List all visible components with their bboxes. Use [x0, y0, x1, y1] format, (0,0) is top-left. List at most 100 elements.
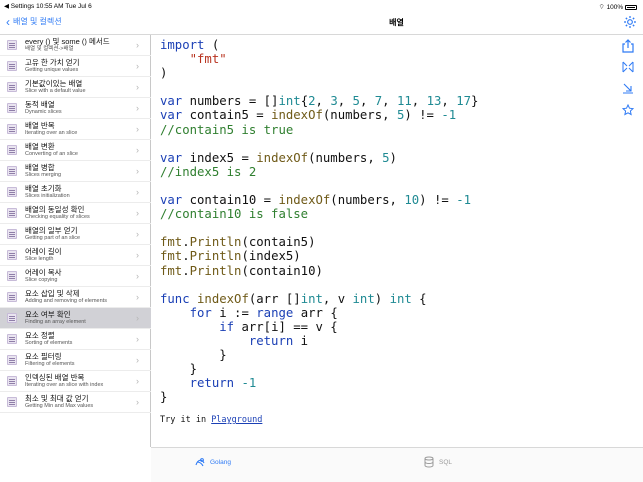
list-item[interactable]: 배열 반복 Iterating over an slice ›: [0, 119, 151, 140]
share-icon[interactable]: [621, 39, 635, 53]
list-thumbnail-icon: [7, 313, 17, 323]
list-thumbnail-icon: [7, 355, 17, 365]
tab-sql[interactable]: SQL: [423, 456, 452, 468]
list-item-title: 어레이 복사: [25, 268, 62, 277]
list-item[interactable]: 배열 변환 Converting of an slice ›: [0, 140, 151, 161]
chevron-right-icon: ›: [136, 250, 139, 260]
back-label: 배열 및 컬렉션: [13, 17, 62, 26]
chevron-right-icon: ›: [136, 292, 139, 302]
database-icon: [424, 456, 434, 468]
page-title: 배열: [389, 18, 404, 27]
list-item-title: 배열 변환: [25, 142, 55, 151]
list-item-title: 요소 삽입 및 삭제: [25, 289, 80, 298]
tab-golang[interactable]: Golang: [194, 456, 231, 468]
list-item-subtitle: Iterating over an slice: [25, 130, 78, 136]
navigation-bar: ‹ 배열 및 컬렉션 배열: [0, 11, 643, 35]
list-thumbnail-icon: [7, 334, 17, 344]
chevron-right-icon: ›: [136, 334, 139, 344]
list-item-subtitle: Adding and removing of elements: [25, 298, 107, 304]
list-item-subtitle: Getting part of an slice: [25, 235, 81, 241]
chevron-right-icon: ›: [136, 124, 139, 134]
chevron-right-icon: ›: [136, 187, 139, 197]
list-item-subtitle: Slice copying: [25, 277, 58, 283]
list-item[interactable]: 배열의 일부 얻기 Getting part of an slice ›: [0, 224, 151, 245]
list-item-title: 배열의 동일성 확인: [25, 205, 85, 214]
list-item-subtitle: Filtering of elements: [25, 361, 75, 367]
list-item[interactable]: 배열의 동일성 확인 Checking equality of slices ›: [0, 203, 151, 224]
list-item-title: every () 및 some () 메서드: [25, 37, 110, 46]
list-item-title: 인덱싱된 배열 반복: [25, 373, 85, 382]
sidebar-list: every () 및 some () 메서드 배열 및 컬렉션->배열 › 고유 …: [0, 35, 151, 447]
playground-link[interactable]: Playground: [211, 415, 262, 425]
list-item-subtitle: Slice with a default value: [25, 88, 86, 94]
status-bar: ◀ Settings 10:55 AM Tue Jul 6 ⌔ 100%: [0, 0, 643, 11]
back-button[interactable]: ‹ 배열 및 컬렉션: [6, 16, 62, 28]
list-item-subtitle: Converting of an slice: [25, 151, 78, 157]
chevron-right-icon: ›: [136, 397, 139, 407]
tab-bar: Golang SQL: [151, 447, 643, 482]
chevron-right-icon: ›: [136, 355, 139, 365]
list-item-selected[interactable]: 요소 여부 확인 Finding an array element ›: [0, 308, 151, 329]
chevron-right-icon: ›: [136, 229, 139, 239]
list-item[interactable]: 요소 정렬 Sorting of elements ›: [0, 329, 151, 350]
try-it-text: Try it in: [160, 415, 212, 425]
list-item-title: 배열 반복: [25, 121, 55, 130]
list-item-subtitle: Getting Min and Max values: [25, 403, 94, 409]
chevron-right-icon: ›: [136, 166, 139, 176]
list-item[interactable]: 최소 및 최대 값 얻기 Getting Min and Max values ›: [0, 392, 151, 413]
chevron-right-icon: ›: [136, 103, 139, 113]
list-thumbnail-icon: [7, 397, 17, 407]
list-item[interactable]: 고유 한 가치 얻기 Getting unique values ›: [0, 56, 151, 77]
list-thumbnail-icon: [7, 229, 17, 239]
list-thumbnail-icon: [7, 61, 17, 71]
list-item-subtitle: Slices initialization: [25, 193, 70, 199]
list-item-title: 배열 초기화: [25, 184, 62, 193]
list-item-subtitle: Getting unique values: [25, 67, 79, 73]
chevron-right-icon: ›: [136, 145, 139, 155]
list-thumbnail-icon: [7, 250, 17, 260]
status-right: ⌔ 100%: [599, 2, 637, 11]
list-item[interactable]: 기본값이있는 배열 Slice with a default value ›: [0, 77, 151, 98]
code-view: import ( "fmt" ) var numbers = []int{2, …: [151, 35, 613, 447]
wifi-icon: ⌔: [598, 4, 605, 11]
right-toolbar: [613, 35, 643, 447]
list-item-subtitle: Sorting of elements: [25, 340, 73, 346]
list-thumbnail-icon: [7, 208, 17, 218]
list-item-title: 동적 배열: [25, 100, 55, 109]
list-item-subtitle: Slices merging: [25, 172, 62, 178]
chevron-right-icon: ›: [136, 376, 139, 386]
list-item-title: 요소 여부 확인: [25, 310, 71, 319]
chevron-right-icon: ›: [136, 40, 139, 50]
list-item[interactable]: 어레이 길이 Slice length ›: [0, 245, 151, 266]
chevron-right-icon: ›: [136, 61, 139, 71]
golang-icon: [195, 458, 205, 467]
star-icon[interactable]: [621, 103, 635, 118]
list-item-subtitle: Finding an array element: [25, 319, 86, 325]
collapse-icon[interactable]: [621, 61, 635, 75]
list-item[interactable]: 요소 필터링 Filtering of elements ›: [0, 350, 151, 371]
list-thumbnail-icon: [7, 103, 17, 113]
list-item-subtitle: Checking equality of slices: [25, 214, 90, 220]
list-item[interactable]: 어레이 복사 Slice copying ›: [0, 266, 151, 287]
list-item-title: 요소 필터링: [25, 352, 62, 361]
list-item[interactable]: 동적 배열 Dynamic slices ›: [0, 98, 151, 119]
chevron-right-icon: ›: [136, 313, 139, 323]
list-item[interactable]: 인덱싱된 배열 반복 Iterating over an slice with i…: [0, 371, 151, 392]
chevron-right-icon: ›: [136, 82, 139, 92]
list-thumbnail-icon: [7, 166, 17, 176]
gear-icon[interactable]: [623, 15, 637, 29]
list-item[interactable]: 배열 병합 Slices merging ›: [0, 161, 151, 182]
list-thumbnail-icon: [7, 82, 17, 92]
download-arrow-icon[interactable]: [621, 82, 635, 96]
list-thumbnail-icon: [7, 376, 17, 386]
list-item[interactable]: 배열 초기화 Slices initialization ›: [0, 182, 151, 203]
list-item-title: 고유 한 가치 얻기: [25, 58, 80, 67]
chevron-right-icon: ›: [136, 208, 139, 218]
list-item[interactable]: every () 및 some () 메서드 배열 및 컬렉션->배열 ›: [0, 35, 151, 56]
battery-percent: 100%: [606, 4, 624, 11]
list-thumbnail-icon: [7, 187, 17, 197]
list-item-subtitle: Iterating over an slice with index: [25, 382, 104, 388]
list-item[interactable]: 요소 삽입 및 삭제 Adding and removing of element…: [0, 287, 151, 308]
list-item-subtitle: Slice length: [25, 256, 54, 262]
try-it-line: Try it in Playground: [160, 415, 262, 425]
